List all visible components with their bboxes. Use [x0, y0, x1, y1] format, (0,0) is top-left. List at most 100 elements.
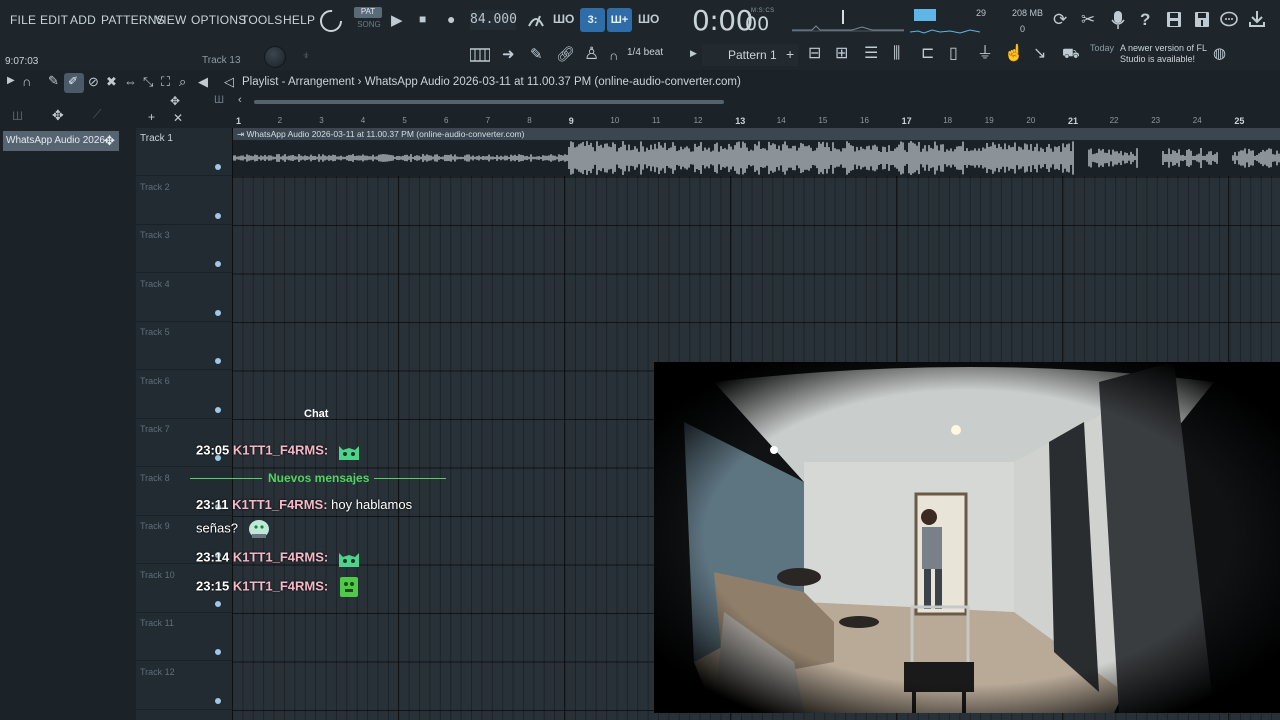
- file-icon[interactable]: ▯: [949, 46, 958, 62]
- undo-history-icon[interactable]: ⟳: [1053, 11, 1067, 28]
- track-header[interactable]: Track 5: [136, 322, 232, 370]
- song-time-centiseconds: 00: [745, 13, 770, 35]
- track-name: Track 11: [140, 618, 175, 628]
- news-message[interactable]: A newer version of FL Studio is availabl…: [1120, 43, 1210, 65]
- slip-tool-icon[interactable]: ⇔: [124, 75, 137, 88]
- stop-icon[interactable]: ■: [419, 13, 426, 25]
- draw-tool-icon[interactable]: ✎: [530, 47, 543, 62]
- picker-mode-icon[interactable]: Ш: [12, 110, 23, 122]
- track-led-icon[interactable]: [215, 649, 221, 655]
- menu-tools[interactable]: TOOLS: [241, 13, 282, 27]
- track-header[interactable]: Track 3: [136, 225, 232, 273]
- channel-rack-icon[interactable]: ⊞: [835, 46, 848, 62]
- ruler-bar-number: 10: [610, 116, 620, 125]
- cut-tool-icon[interactable]: ✂: [1081, 11, 1095, 28]
- playlist-icon[interactable]: ⊟: [808, 46, 821, 62]
- ruler-bar-number: 24: [1192, 116, 1202, 125]
- arrow-right-icon[interactable]: ➜: [502, 47, 515, 62]
- picker-automation-icon[interactable]: ⟋: [93, 108, 101, 120]
- flow-icon[interactable]: ↘: [1033, 46, 1046, 62]
- pattern-selector[interactable]: Pattern 1: [702, 44, 798, 66]
- horizontal-scrollbar[interactable]: [254, 100, 724, 104]
- master-volume-knob[interactable]: [264, 46, 286, 68]
- menu-view[interactable]: VIEW: [155, 13, 186, 27]
- track-led-icon[interactable]: [215, 212, 221, 219]
- chat-bubble-icon[interactable]: [1220, 11, 1238, 28]
- play-icon[interactable]: ▶: [391, 13, 403, 28]
- close-track-icon[interactable]: ✕: [173, 112, 183, 124]
- mute-tool-icon[interactable]: ✖: [106, 75, 117, 88]
- zoom-fit-icon[interactable]: ✥: [170, 95, 180, 107]
- step-edit-icon[interactable]: ШО: [638, 13, 659, 25]
- touch-controller-icon[interactable]: ☝: [1004, 46, 1024, 62]
- song-time: 0:00: [692, 4, 753, 37]
- export-icon[interactable]: [1194, 11, 1210, 28]
- menu-options[interactable]: OPTIONS: [191, 13, 246, 27]
- ruler-bar-number: 13: [735, 116, 746, 126]
- picker-audio-icon[interactable]: ✥: [52, 108, 64, 122]
- pattern-prev-icon[interactable]: ▶: [690, 49, 697, 58]
- playlist-menu-arrow-icon[interactable]: ▶: [7, 76, 15, 86]
- metronome-icon[interactable]: [526, 10, 546, 30]
- track-led-icon[interactable]: [215, 164, 221, 170]
- slice-tool-icon[interactable]: ⤡: [143, 75, 153, 88]
- track-led-icon[interactable]: [215, 261, 221, 267]
- record-icon[interactable]: ●: [447, 12, 455, 26]
- loop-record-icon[interactable]: Ш+: [607, 8, 632, 32]
- stamp-icon[interactable]: ♙: [584, 45, 599, 62]
- track-header[interactable]: Track 12: [136, 662, 232, 710]
- cat-emote-icon: [338, 553, 359, 567]
- save-icon[interactable]: [1166, 11, 1182, 28]
- audio-clip[interactable]: ⇥ WhatsApp Audio 2026-03-11 at 11.00.37 …: [233, 128, 1280, 176]
- picker-clip-item[interactable]: WhatsApp Audio 2026..: [3, 131, 119, 151]
- plugin-icon[interactable]: ⏚: [977, 46, 993, 62]
- snap-selector[interactable]: 1/4 beat: [627, 47, 663, 58]
- magnet-icon[interactable]: ∩: [609, 49, 618, 62]
- tempo-display[interactable]: 84.000: [470, 10, 517, 30]
- track-led-icon[interactable]: [215, 697, 221, 704]
- menu-edit[interactable]: EDIT: [40, 13, 68, 27]
- countdown-icon[interactable]: 3:: [580, 8, 605, 32]
- link-icon[interactable]: 🔗︎: [556, 47, 575, 62]
- menu-file[interactable]: FILE: [10, 13, 36, 27]
- globe-icon[interactable]: ◍: [1213, 46, 1226, 61]
- pitch-icon[interactable]: ⍖: [302, 48, 310, 61]
- add-pattern-icon[interactable]: +: [786, 47, 794, 61]
- menu-help[interactable]: HELP: [283, 13, 315, 27]
- pat-song-toggle[interactable]: PAT SONG: [354, 7, 384, 33]
- shop-cart-icon[interactable]: ⛟: [1062, 46, 1080, 60]
- select-tool-icon[interactable]: ⛶: [161, 75, 170, 88]
- picker-clip-move-icon[interactable]: ✥: [104, 134, 115, 147]
- piano-roll-icon[interactable]: [470, 48, 490, 62]
- step-sequencer-icon[interactable]: ☰: [864, 46, 878, 62]
- track-led-icon[interactable]: [215, 358, 221, 364]
- brush-tool-icon[interactable]: ✐: [68, 75, 78, 87]
- track-header[interactable]: Track 1: [136, 128, 232, 176]
- microphone-icon[interactable]: [1110, 10, 1126, 30]
- zoom-tool-icon[interactable]: ⌕: [179, 75, 186, 88]
- browser-tree-icon[interactable]: ⊏: [921, 46, 934, 62]
- track-header[interactable]: Track 4: [136, 274, 232, 322]
- track-header[interactable]: Track 11: [136, 613, 232, 661]
- download-icon[interactable]: [1248, 10, 1266, 28]
- chat-message: 23:11 K1TT1_F4RMS: hoy hablamos: [196, 497, 413, 512]
- playback-tool-icon[interactable]: ◀: [198, 75, 208, 88]
- delete-tool-icon[interactable]: ⊘: [88, 75, 99, 88]
- ruler-bar-number: 16: [860, 116, 869, 125]
- add-track-icon[interactable]: +: [148, 111, 155, 123]
- mixer-icon[interactable]: ⫼: [893, 46, 900, 62]
- magnet-snap-icon[interactable]: ∩: [22, 75, 31, 88]
- ruler-bar-number: 3: [319, 116, 324, 125]
- pencil-tool-icon[interactable]: ✎: [48, 74, 59, 87]
- cpu-value: 29: [976, 8, 987, 18]
- scroll-left-icon[interactable]: ‹: [238, 95, 242, 106]
- help-icon[interactable]: ?: [1140, 11, 1150, 28]
- track-header[interactable]: Track 2: [136, 177, 232, 225]
- ruler-bar-number: 25: [1234, 116, 1245, 126]
- webcam-feed: [654, 362, 1280, 713]
- grid-view-icon[interactable]: Ш: [214, 95, 224, 106]
- menu-add[interactable]: ADD: [70, 13, 96, 27]
- track-led-icon[interactable]: [215, 309, 221, 316]
- timeline-ruler[interactable]: 1 2 3 4 5 6 7 8 9 10 11 12 13 14 15 16 17 18 19 20 21 22 23 24 2…: [232, 112, 1280, 128]
- wait-input-icon[interactable]: ШО: [553, 13, 574, 25]
